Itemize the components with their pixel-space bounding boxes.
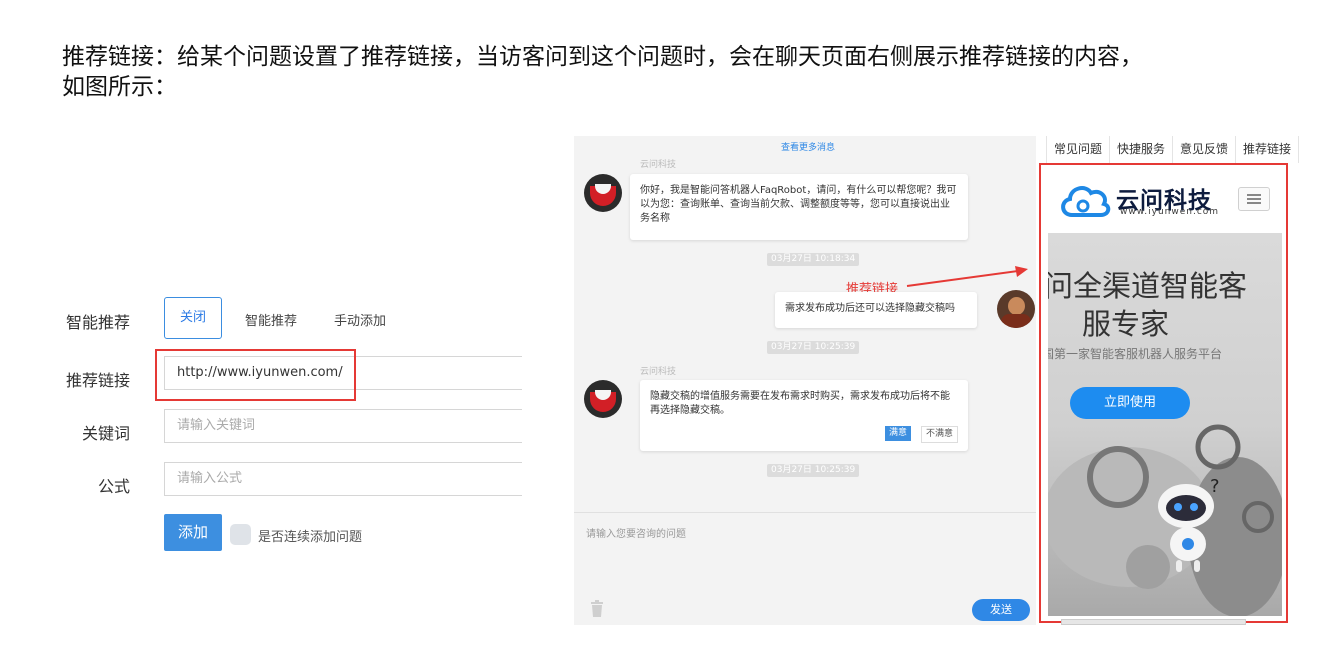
horizontal-scrollbar[interactable] xyxy=(1061,619,1246,625)
tab-faq[interactable]: 常见问题 xyxy=(1046,136,1111,163)
timestamp-2: 03月27日 10:25:39 xyxy=(767,341,860,354)
tab-recommend-link[interactable]: 推荐链接 xyxy=(1236,136,1300,163)
unsatisfied-button[interactable]: 不满意 xyxy=(921,426,959,443)
formula-input[interactable]: 请输入公式 xyxy=(164,462,522,496)
tab-feedback[interactable]: 意见反馈 xyxy=(1173,136,1237,163)
bot-message-2: 隐藏交稿的增值服务需要在发布需求时购买，需求发布成功后将不能再选择隐藏交稿。 xyxy=(640,380,968,451)
recommend-panel-highlight xyxy=(1039,163,1288,623)
recommend-link-label: 推荐链接 xyxy=(65,371,130,390)
intro-line-2: 如图所示： xyxy=(62,74,177,100)
bot-avatar xyxy=(584,174,622,212)
keyword-label: 关键词 xyxy=(81,424,130,443)
timestamp-1: 03月27日 10:18:34 xyxy=(767,253,860,266)
input-divider xyxy=(574,512,1036,513)
keyword-input[interactable]: 请输入关键词 xyxy=(164,409,522,443)
bot-name: 云问科技 xyxy=(640,160,677,170)
bot-message-1: 你好，我是智能问答机器人FaqRobot，请问，有什么可以帮您呢？我可以为您：查… xyxy=(630,174,968,240)
side-tabs: 常见问题 快捷服务 意见反馈 推荐链接 xyxy=(1046,136,1300,163)
user-avatar xyxy=(997,290,1035,328)
intro-line-1: 推荐链接：给某个问题设置了推荐链接，当访客问到这个问题时，会在聊天页面右侧展示推… xyxy=(62,44,1143,70)
link-highlight-box xyxy=(155,349,356,401)
user-message: 需求发布成功后还可以选择隐藏交稿吗 xyxy=(775,292,977,328)
send-button[interactable]: 发送 xyxy=(972,599,1030,621)
option-manual-add[interactable]: 手动添加 xyxy=(334,310,386,329)
continue-label: 是否连续添加问题 xyxy=(258,530,363,545)
more-messages-link[interactable]: 查看更多消息 xyxy=(781,140,835,153)
option-close[interactable]: 关闭 xyxy=(164,297,222,339)
tab-quick-service[interactable]: 快捷服务 xyxy=(1110,136,1174,163)
intro-text: 推荐链接：给某个问题设置了推荐链接，当访客问到这个问题时，会在聊天页面右侧展示推… xyxy=(62,42,1292,102)
add-button[interactable]: 添加 xyxy=(164,514,222,551)
bot-name-2: 云问科技 xyxy=(640,367,677,377)
chat-input[interactable]: 请输入您要咨询的问题 xyxy=(586,525,686,540)
smart-recommend-label: 智能推荐 xyxy=(65,313,130,332)
satisfied-button[interactable]: 满意 xyxy=(885,426,912,441)
timestamp-3: 03月27日 10:25:39 xyxy=(767,464,860,477)
bot-avatar-2 xyxy=(584,380,622,418)
bot-message-2-text: 隐藏交稿的增值服务需要在发布需求时购买，需求发布成功后将不能再选择隐藏交稿。 xyxy=(650,391,950,416)
trash-icon[interactable] xyxy=(590,600,604,618)
formula-label: 公式 xyxy=(97,477,130,496)
option-smart-recommend[interactable]: 智能推荐 xyxy=(245,310,297,329)
continue-checkbox[interactable] xyxy=(230,524,251,545)
arrow-icon xyxy=(906,266,1028,287)
